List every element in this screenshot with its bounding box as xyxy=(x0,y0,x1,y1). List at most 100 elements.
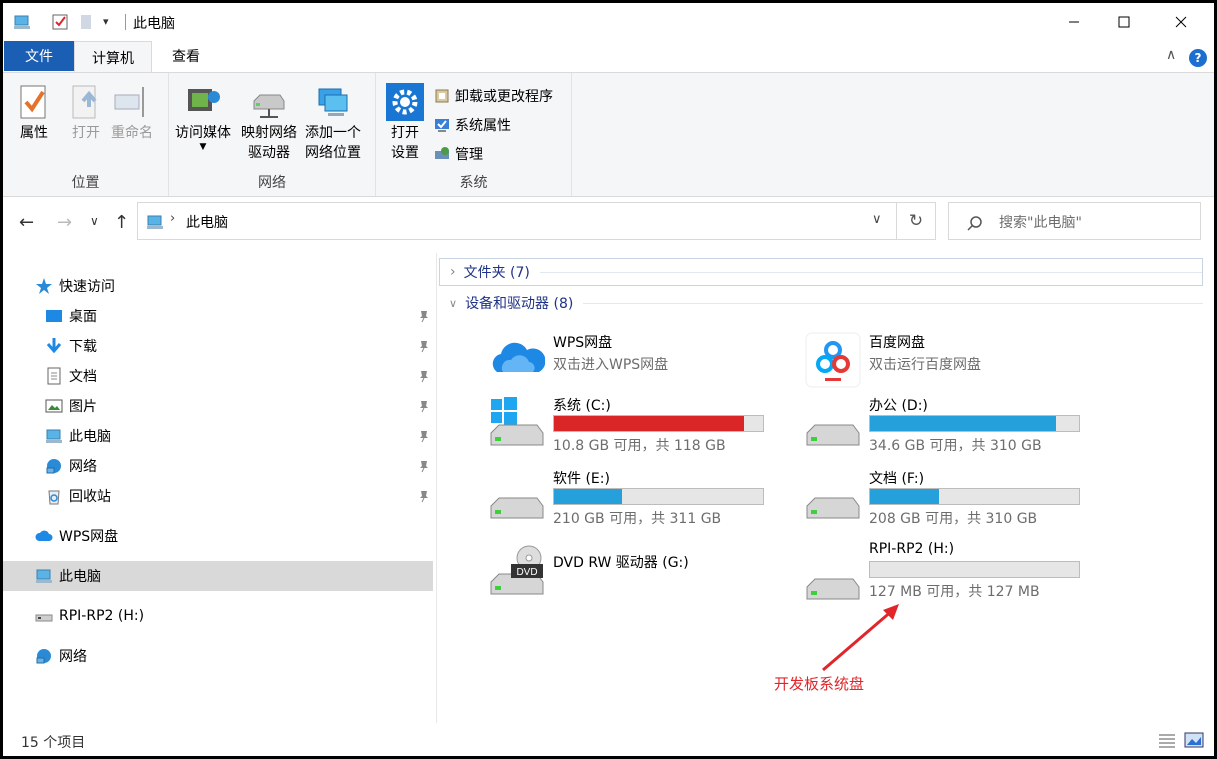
drive-e[interactable]: 软件 (E:) 210 GB 可用，共 311 GB xyxy=(489,468,789,534)
hard-drive-icon xyxy=(806,497,860,519)
tab-view[interactable]: 查看 xyxy=(157,41,215,71)
drive-f[interactable]: 文档 (F:) 208 GB 可用，共 310 GB xyxy=(805,468,1105,534)
drive-c[interactable]: 系统 (C:) 10.8 GB 可用，共 118 GB xyxy=(489,395,789,461)
explorer-window: ▾ 此电脑 文件 计算机 查看 ∧ ? 属性 打开 重命名 位置 访问媒体 ▼ … xyxy=(3,3,1214,756)
sidebar-item-quick-access[interactable]: 快速访问 xyxy=(3,271,433,301)
collapse-ribbon-icon[interactable]: ∧ xyxy=(1166,47,1176,63)
minimize-button[interactable] xyxy=(1051,3,1097,41)
ribbon-tabs: 文件 计算机 查看 ∧ ? xyxy=(3,41,1214,73)
pin-icon[interactable] xyxy=(417,339,431,353)
dvd-drive-icon: DVD xyxy=(490,545,544,595)
sidebar-item-recycle-bin[interactable]: 回收站 xyxy=(3,481,433,511)
sidebar-item-pictures[interactable]: 图片 xyxy=(3,391,433,421)
sidebar-item-rpi-rp2[interactable]: RPI-RP2 (H:) xyxy=(3,601,433,631)
manage-button[interactable]: 管理 xyxy=(433,143,483,165)
network-icon xyxy=(46,459,61,474)
system-properties-button[interactable]: 系统属性 xyxy=(433,114,511,136)
address-bar[interactable]: › 此电脑 ∨ xyxy=(137,202,897,240)
recent-locations-icon[interactable]: ∨ xyxy=(90,214,99,228)
computer-icon xyxy=(36,569,52,583)
section-devices[interactable]: ∨ 设备和驱动器 (8) xyxy=(439,289,1203,317)
ribbon-group-label: 系统 xyxy=(459,175,488,191)
pin-icon[interactable] xyxy=(417,459,431,473)
sidebar-item-this-pc-pinned[interactable]: 此电脑 xyxy=(3,421,433,451)
gear-icon xyxy=(386,83,424,121)
large-icons-view-icon[interactable] xyxy=(1184,731,1204,749)
pin-icon[interactable] xyxy=(417,309,431,323)
rename-button[interactable]: 重命名 xyxy=(111,83,153,143)
annotation-label: 开发板系统盘 xyxy=(774,675,865,693)
recycle-bin-icon xyxy=(48,490,60,505)
app-wps[interactable]: WPS网盘 双击进入WPS网盘 xyxy=(489,332,789,398)
refresh-button[interactable]: ↻ xyxy=(896,202,936,240)
pin-icon[interactable] xyxy=(417,429,431,443)
pin-icon[interactable] xyxy=(417,489,431,503)
hard-drive-icon xyxy=(490,497,544,519)
tab-computer[interactable]: 计算机 xyxy=(74,41,152,73)
help-icon[interactable]: ? xyxy=(1189,49,1207,67)
maximize-icon xyxy=(1118,16,1130,28)
address-dropdown-icon[interactable]: ∨ xyxy=(872,212,882,227)
pin-icon[interactable] xyxy=(417,369,431,383)
sidebar-item-documents[interactable]: 文档 xyxy=(3,361,433,391)
sidebar-item-desktop[interactable]: 桌面 xyxy=(3,301,433,331)
maximize-button[interactable] xyxy=(1101,3,1147,41)
hard-drive-icon xyxy=(806,578,860,600)
network-drive-icon xyxy=(253,94,285,118)
uninstall-programs-button[interactable]: 卸载或更改程序 xyxy=(433,85,553,107)
drive-d[interactable]: 办公 (D:) 34.6 GB 可用，共 310 GB xyxy=(805,395,1105,461)
new-folder-icon[interactable] xyxy=(78,13,96,31)
desktop-icon xyxy=(46,310,62,322)
svg-text:DVD: DVD xyxy=(516,567,537,578)
status-bar: 15 个项目 xyxy=(3,726,1214,756)
forward-arrow-icon[interactable]: → xyxy=(57,212,72,233)
open-button[interactable]: 打开 xyxy=(67,83,105,143)
sidebar-item-wps[interactable]: WPS网盘 xyxy=(3,521,433,551)
tab-file[interactable]: 文件 xyxy=(4,41,74,71)
sidebar-item-this-pc[interactable]: 此电脑 xyxy=(3,561,433,591)
open-settings-button[interactable]: 打开 设置 xyxy=(386,83,424,163)
title-bar: ▾ 此电脑 xyxy=(3,3,1214,41)
picture-icon xyxy=(45,399,63,413)
system-properties-icon xyxy=(435,119,449,132)
ribbon: 属性 打开 重命名 位置 访问媒体 ▼ 映射网络 驱动器 添加一个 网络位置 网… xyxy=(3,72,1214,197)
minimize-icon xyxy=(1069,21,1079,23)
usage-bar xyxy=(869,488,1080,505)
download-icon xyxy=(46,338,62,354)
manage-icon xyxy=(435,147,449,159)
ribbon-group-label: 网络 xyxy=(258,175,286,191)
document-icon xyxy=(47,367,61,385)
usage-bar xyxy=(553,415,764,432)
properties-button[interactable]: 属性 xyxy=(15,83,53,143)
usage-fill xyxy=(554,416,744,431)
sidebar-item-network[interactable]: 网络 xyxy=(3,641,433,671)
windows-drive-icon xyxy=(490,397,544,446)
app-baidu[interactable]: 百度网盘 双击运行百度网盘 xyxy=(805,332,1105,398)
navigation-pane: 快速访问 桌面 下载 文档 图片 此电脑 网络 回收站 WPS网盘 此电脑 RP… xyxy=(3,265,435,725)
pin-icon[interactable] xyxy=(417,399,431,413)
refresh-icon: ↻ xyxy=(908,211,924,231)
quick-access-dropdown-icon[interactable]: ▾ xyxy=(103,15,109,28)
drive-g-dvd[interactable]: DVD DVD RW 驱动器 (G:) xyxy=(489,545,789,614)
close-button[interactable] xyxy=(1158,3,1204,41)
section-folders[interactable]: › 文件夹 (7) xyxy=(439,258,1203,286)
title-separator xyxy=(125,14,126,30)
access-media-button[interactable]: 访问媒体 ▼ xyxy=(175,83,231,152)
search-input[interactable]: 搜索"此电脑" xyxy=(948,202,1201,240)
usage-bar xyxy=(869,561,1080,578)
pane-divider[interactable] xyxy=(436,253,437,723)
map-network-drive-button[interactable]: 映射网络 驱动器 xyxy=(241,83,297,163)
back-arrow-icon[interactable]: ← xyxy=(19,212,34,233)
details-view-icon[interactable] xyxy=(1157,731,1177,749)
breadcrumb[interactable]: 此电脑 xyxy=(186,212,228,232)
dropdown-arrow-icon: ▼ xyxy=(199,142,207,152)
open-icon xyxy=(72,85,97,119)
sidebar-item-network-pinned[interactable]: 网络 xyxy=(3,451,433,481)
add-network-location-button[interactable]: 添加一个 网络位置 xyxy=(305,83,361,163)
sidebar-item-downloads[interactable]: 下载 xyxy=(3,331,433,361)
usage-bar xyxy=(553,488,764,505)
properties-icon[interactable] xyxy=(51,13,69,31)
up-arrow-icon[interactable]: ↑ xyxy=(114,212,129,233)
breadcrumb-chevron-icon[interactable]: › xyxy=(170,211,175,226)
computer-icon xyxy=(46,429,62,443)
